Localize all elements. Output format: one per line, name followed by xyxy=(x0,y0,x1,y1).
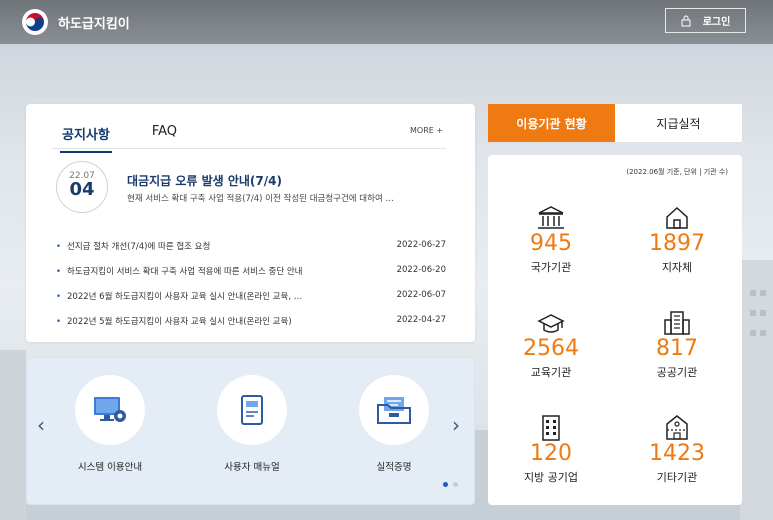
featured-date-day: 04 xyxy=(69,179,95,200)
featured-notice-description[interactable]: 현재 서비스 확대 구축 사업 적용(7/4) 이전 작성된 대금청구건에 대하… xyxy=(127,192,427,204)
house-icon xyxy=(666,206,688,229)
list-item[interactable]: 2022년 6월 하도급지킴이 사용자 교육 실시 안내(온라인 교육, … 2… xyxy=(56,290,446,315)
list-item[interactable]: 선지급 절차 개선(7/4)에 따른 협조 요청 2022-06-27 xyxy=(56,240,446,265)
shortcut-label: 사용자 매뉴얼 xyxy=(224,462,280,473)
list-item[interactable]: 하도급지킴이 서비스 확대 구축 사업 적용에 따른 서비스 중단 안내 202… xyxy=(56,265,446,290)
carousel-dot-1[interactable] xyxy=(443,482,448,487)
book-icon xyxy=(241,395,263,425)
featured-notice-title[interactable]: 대금지급 오류 발생 안내(7/4) xyxy=(127,172,282,189)
misc-building-icon xyxy=(666,415,688,440)
notice-title: 선지급 절차 개선(7/4)에 따른 협조 요청 xyxy=(56,240,210,265)
stat-label: 지자체 xyxy=(661,261,693,274)
stat-value: 1423 xyxy=(649,441,705,466)
shortcut-performance-cert[interactable]: 실적증명 xyxy=(344,375,444,473)
list-item[interactable]: 2022년 5월 하도급지킴이 사용자 교육 실시 안내(온라인 교육) 202… xyxy=(56,315,446,340)
stats-tabs: 이용기관 현황 지급실적 xyxy=(488,104,742,142)
graduation-cap-icon xyxy=(537,314,565,333)
notice-date: 2022-06-27 xyxy=(396,240,446,250)
notice-date: 2022-04-27 xyxy=(396,315,446,325)
carousel-prev-button[interactable]: ‹ xyxy=(37,413,45,437)
tower-building-icon xyxy=(542,415,560,441)
taegeuk-logo-icon[interactable] xyxy=(22,9,48,35)
divider xyxy=(52,148,446,149)
shortcut-icon-circle xyxy=(75,375,145,445)
site-title[interactable]: 하도급지킴이 xyxy=(58,13,130,32)
carousel-dot-2[interactable] xyxy=(453,482,458,487)
office-building-icon xyxy=(664,311,690,335)
shortcut-label: 시스템 이용안내 xyxy=(77,462,143,473)
notice-list: 선지급 절차 개선(7/4)에 따른 협조 요청 2022-06-27 하도급지… xyxy=(56,240,446,340)
notice-title: 하도급지킴이 서비스 확대 구축 사업 적용에 따른 서비스 중단 안내 xyxy=(56,265,302,290)
stat-value: 817 xyxy=(656,336,698,361)
shortcut-icon-circle xyxy=(217,375,287,445)
government-building-icon xyxy=(538,206,564,229)
stat-national: 945 국가기관 xyxy=(496,203,606,275)
stat-local-gov: 1897 지자체 xyxy=(622,203,732,275)
notice-date: 2022-06-07 xyxy=(396,290,446,300)
stat-value: 1897 xyxy=(649,231,705,256)
top-header: 하도급지킴이 로그인 xyxy=(0,0,773,44)
more-link[interactable]: MORE + xyxy=(410,126,443,135)
shortcut-carousel: ‹ 시스템 이용안내 사용자 매뉴얼 실적증명 › xyxy=(26,357,475,505)
stat-label: 공공기관 xyxy=(656,366,698,379)
notice-title: 2022년 5월 하도급지킴이 사용자 교육 실시 안내(온라인 교육) xyxy=(56,315,292,340)
shortcut-icon-circle xyxy=(359,375,429,445)
lock-icon xyxy=(681,15,691,26)
stat-value: 945 xyxy=(530,231,572,256)
stat-label: 교육기관 xyxy=(530,366,572,379)
shortcut-user-manual[interactable]: 사용자 매뉴얼 xyxy=(202,375,302,473)
stat-local-enterprise: 120 지방 공기업 xyxy=(496,413,606,485)
shortcut-system-guide[interactable]: 시스템 이용안내 xyxy=(60,375,160,473)
agency-stats-panel: (2022.06월 기준, 단위 | 기관 수) 945 국가기관 1897 지… xyxy=(488,155,742,505)
carousel-pagination xyxy=(443,482,458,487)
featured-date-badge: 22.07 04 xyxy=(56,161,108,213)
monitor-gear-icon xyxy=(94,397,126,422)
tab-agency-status[interactable]: 이용기관 현황 xyxy=(488,104,615,142)
carousel-next-button[interactable]: › xyxy=(452,413,460,437)
stat-label: 국가기관 xyxy=(530,261,572,274)
login-label: 로그인 xyxy=(702,17,731,28)
stat-value: 120 xyxy=(530,441,572,466)
stat-other: 1423 기타기관 xyxy=(622,413,732,485)
stat-label: 기타기관 xyxy=(656,471,698,484)
stat-value: 2564 xyxy=(523,336,579,361)
stat-public: 817 공공기관 xyxy=(622,308,732,380)
stat-label: 지방 공기업 xyxy=(523,471,579,484)
stats-note: (2022.06월 기준, 단위 | 기관 수) xyxy=(626,168,728,176)
stat-education: 2564 교육기관 xyxy=(496,308,606,380)
login-button[interactable]: 로그인 xyxy=(665,8,746,33)
shortcut-label: 실적증명 xyxy=(376,462,412,473)
notice-panel: 공지사항 FAQ MORE + 22.07 04 대금지급 오류 발생 안내(7… xyxy=(26,104,475,342)
notice-title: 2022년 6월 하도급지킴이 사용자 교육 실시 안내(온라인 교육, … xyxy=(56,290,302,315)
tab-payment-results[interactable]: 지급실적 xyxy=(615,104,742,142)
folder-icon xyxy=(377,397,411,424)
notice-date: 2022-06-20 xyxy=(396,265,446,275)
